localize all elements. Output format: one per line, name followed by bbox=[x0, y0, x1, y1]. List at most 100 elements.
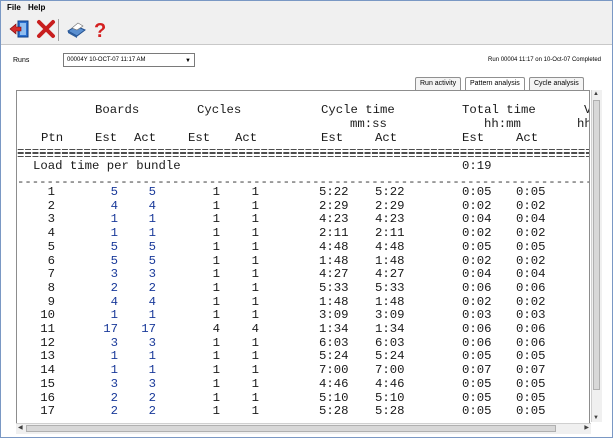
header-cycle-time-act: Act bbox=[375, 131, 398, 145]
cell-total-time-est: 0:06 bbox=[462, 280, 492, 295]
cell-cycle-time-est: 5:28 bbox=[319, 404, 349, 419]
cell-cycle-time-act: 7:00 bbox=[375, 363, 405, 378]
cell-ptn: 10 bbox=[40, 308, 55, 323]
help-icon: ? bbox=[94, 20, 106, 42]
header-clipped-unit: hh bbox=[577, 117, 589, 131]
cell-ptn: 17 bbox=[40, 404, 55, 419]
cell-boards-act: 2 bbox=[148, 404, 156, 419]
cell-ptn: 2 bbox=[47, 198, 55, 213]
vertical-scrollbar[interactable]: ▲ ▼ bbox=[591, 90, 602, 422]
cell-cycles-act: 1 bbox=[251, 185, 259, 199]
cell-cycles-act: 1 bbox=[251, 363, 259, 378]
header-cycle-time-est: Est bbox=[321, 131, 344, 145]
header-cycles-act: Act bbox=[235, 131, 258, 145]
tab-run-activity[interactable]: Run activity bbox=[415, 77, 462, 90]
cell-cycle-time-est: 1:48 bbox=[319, 253, 349, 268]
tab-pattern-analysis[interactable]: Pattern analysis bbox=[465, 77, 525, 91]
cell-total-time-est: 0:05 bbox=[462, 239, 492, 254]
delete-icon bbox=[37, 20, 55, 38]
cell-cycle-time-act: 2:29 bbox=[375, 198, 405, 213]
cell-cycles-act: 1 bbox=[251, 253, 259, 268]
load-time-value: 0:19 bbox=[462, 159, 492, 173]
cell-cycle-time-est: 4:27 bbox=[319, 267, 349, 282]
cell-boards-act: 2 bbox=[148, 280, 156, 295]
cell-total-time-est: 0:05 bbox=[462, 349, 492, 364]
cell-cycle-time-est: 2:29 bbox=[319, 198, 349, 213]
cell-total-time-act: 0:03 bbox=[516, 308, 546, 323]
cell-ptn: 8 bbox=[47, 280, 55, 295]
scroll-left-icon[interactable]: ◀ bbox=[18, 424, 23, 431]
cell-cycles-act: 1 bbox=[251, 349, 259, 364]
exit-icon bbox=[9, 20, 29, 38]
cell-total-time-est: 0:06 bbox=[462, 322, 492, 336]
cell-boards-act: 5 bbox=[148, 253, 156, 268]
cell-total-time-est: 0:04 bbox=[462, 267, 492, 282]
help-button[interactable]: ? bbox=[89, 18, 111, 42]
cell-cycles-act: 4 bbox=[251, 322, 259, 336]
cell-ptn: 5 bbox=[47, 239, 55, 254]
cell-ptn: 16 bbox=[40, 390, 55, 405]
cell-boards-act: 1 bbox=[148, 363, 156, 378]
cell-cycles-act: 1 bbox=[251, 376, 259, 391]
cell-ptn: 12 bbox=[40, 335, 55, 350]
cell-total-time-est: 0:05 bbox=[462, 185, 492, 199]
header-boards: Boards bbox=[95, 103, 140, 117]
cell-boards-act: 1 bbox=[148, 212, 156, 227]
cell-boards-act: 4 bbox=[148, 294, 156, 309]
cell-cycles-act: 1 bbox=[251, 280, 259, 295]
header-boards-act: Act bbox=[134, 131, 157, 145]
cell-ptn: 1 bbox=[47, 185, 55, 199]
cell-boards-act: 17 bbox=[141, 322, 156, 336]
scroll-down-icon[interactable]: ▼ bbox=[593, 415, 599, 421]
menu-file[interactable]: File bbox=[7, 3, 21, 12]
cell-cycle-time-est: 7:00 bbox=[319, 363, 349, 378]
scroll-up-icon[interactable]: ▲ bbox=[593, 91, 599, 97]
runs-dropdown[interactable]: 00004Y 10-OCT-07 11:17 AM ▼ bbox=[63, 53, 195, 67]
cell-cycle-time-est: 4:23 bbox=[319, 212, 349, 227]
header-clipped: V bbox=[584, 103, 589, 117]
cell-cycle-time-est: 4:48 bbox=[319, 239, 349, 254]
header-cycles-est: Est bbox=[188, 131, 211, 145]
print-button[interactable] bbox=[65, 18, 87, 40]
tab-cycle-analysis[interactable]: Cycle analysis bbox=[529, 77, 584, 90]
runs-selected-value: 00004Y 10-OCT-07 11:17 AM bbox=[67, 57, 146, 63]
print-icon bbox=[67, 22, 86, 38]
exit-button[interactable] bbox=[9, 18, 31, 40]
cell-ptn: 11 bbox=[40, 322, 55, 336]
cell-boards-act: 3 bbox=[148, 376, 156, 391]
cell-cycles-act: 1 bbox=[251, 212, 259, 227]
menu-help[interactable]: Help bbox=[28, 3, 45, 12]
vertical-scroll-thumb[interactable] bbox=[593, 100, 600, 390]
delete-button[interactable] bbox=[35, 18, 57, 40]
cell-total-time-est: 0:06 bbox=[462, 335, 492, 350]
cell-total-time-act: 0:05 bbox=[516, 376, 546, 391]
chevron-down-icon[interactable]: ▼ bbox=[185, 58, 191, 64]
app-window: File Help ? Runs 00004Y 10-OCT-07 11:17 … bbox=[0, 0, 613, 438]
cell-cycle-time-est: 2:11 bbox=[319, 226, 349, 241]
cell-cycles-act: 1 bbox=[251, 239, 259, 254]
cell-total-time-est: 0:03 bbox=[462, 308, 492, 323]
cell-cycles-act: 1 bbox=[251, 226, 259, 241]
cell-total-time-act: 0:06 bbox=[516, 280, 546, 295]
horizontal-scroll-thumb[interactable] bbox=[26, 425, 556, 432]
cell-total-time-act: 0:04 bbox=[516, 267, 546, 282]
cell-boards-act: 4 bbox=[148, 198, 156, 213]
header-total-time-unit: hh:mm bbox=[484, 117, 521, 131]
cell-total-time-act: 0:02 bbox=[516, 226, 546, 241]
cell-cycle-time-act: 5:10 bbox=[375, 390, 405, 405]
cell-boards-act: 1 bbox=[148, 349, 156, 364]
cell-cycle-time-act: 5:22 bbox=[375, 185, 405, 199]
header-cycle-time-unit: mm:ss bbox=[350, 117, 387, 131]
cell-ptn: 7 bbox=[47, 267, 55, 282]
cell-total-time-act: 0:02 bbox=[516, 294, 546, 309]
cell-cycle-time-act: 4:48 bbox=[375, 239, 405, 254]
cell-total-time-act: 0:04 bbox=[516, 212, 546, 227]
horizontal-scrollbar[interactable]: ◀ ▶ bbox=[16, 423, 591, 434]
cell-cycles-act: 1 bbox=[251, 267, 259, 282]
cell-cycle-time-act: 1:48 bbox=[375, 294, 405, 309]
cell-ptn: 13 bbox=[40, 349, 55, 364]
cell-cycle-time-act: 4:23 bbox=[375, 212, 405, 227]
cell-cycle-time-est: 1:34 bbox=[319, 322, 349, 336]
cell-cycle-time-est: 5:10 bbox=[319, 390, 349, 405]
scroll-right-icon[interactable]: ▶ bbox=[584, 424, 589, 431]
